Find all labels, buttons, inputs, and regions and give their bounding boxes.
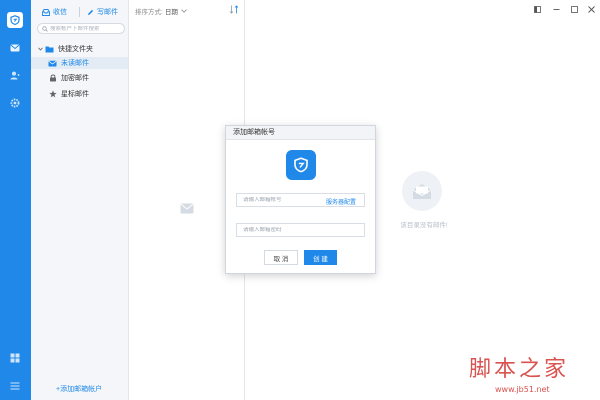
close-icon[interactable]	[586, 4, 596, 14]
settings-gear-icon[interactable]	[9, 97, 21, 109]
account-input[interactable]	[243, 197, 319, 203]
create-button[interactable]: 创 建	[304, 250, 337, 265]
nav-rail	[0, 0, 31, 400]
folder-item-label: 星标邮件	[61, 91, 89, 98]
cancel-button[interactable]: 取 消	[264, 250, 298, 265]
quick-folders-label: 快捷文件夹	[58, 46, 93, 53]
minimize-icon[interactable]	[551, 4, 561, 14]
lock-icon	[48, 74, 57, 83]
quick-folders-header[interactable]: 快捷文件夹	[31, 43, 128, 55]
menu-icon[interactable]	[9, 380, 21, 392]
search-box	[37, 23, 125, 34]
pane-toolbar: 收信 写邮件	[31, 6, 129, 18]
maximize-icon[interactable]	[569, 4, 579, 14]
search-icon	[42, 25, 48, 32]
empty-folder-text: 该目录没有邮件!	[400, 222, 448, 229]
sort-order-icon[interactable]	[229, 5, 239, 16]
toolbar-divider	[79, 7, 80, 17]
contacts-icon[interactable]	[9, 69, 21, 81]
watermark-logo: 脚本之家	[469, 357, 570, 382]
folder-pane: 收信 写邮件 快捷文件夹 未读邮件 加密邮件 星标邮件	[31, 0, 129, 400]
skin-icon[interactable]	[532, 4, 542, 14]
folder-icon	[45, 45, 54, 54]
inbox-icon	[42, 8, 50, 16]
write-mail-label: 写邮件	[97, 9, 118, 16]
star-icon	[48, 90, 57, 99]
folder-item-encrypted[interactable]: 加密邮件	[31, 72, 128, 84]
folder-item-label: 未读邮件	[61, 60, 89, 67]
dialog-title: 添加邮箱帐号	[226, 126, 375, 140]
unread-mail-icon	[48, 59, 57, 68]
empty-folder-illustration	[402, 171, 442, 211]
server-config-link[interactable]: 服务器配置	[326, 197, 356, 206]
sort-value: 日期	[164, 9, 178, 16]
watermark-url: www.jb51.net	[495, 385, 550, 394]
chevron-down-icon	[38, 47, 43, 51]
receive-mail-label: 收信	[53, 9, 67, 16]
apps-grid-icon[interactable]	[9, 352, 21, 364]
app-logo-icon[interactable]	[7, 12, 23, 28]
mail-icon[interactable]	[9, 42, 21, 54]
receive-mail-button[interactable]: 收信	[42, 7, 67, 17]
empty-mail-icon	[180, 203, 194, 216]
folder-item-unread[interactable]: 未读邮件	[31, 57, 128, 69]
chevron-down-icon	[181, 9, 187, 13]
sort-label: 排序方式:	[135, 9, 163, 16]
open-envelope-icon	[412, 183, 432, 199]
folder-item-label: 加密邮件	[61, 75, 89, 82]
pen-icon	[88, 9, 94, 15]
app-logo-icon	[286, 150, 316, 180]
folder-item-starred[interactable]: 星标邮件	[31, 88, 128, 100]
write-mail-button[interactable]: 写邮件	[87, 7, 118, 17]
add-account-link[interactable]: +添加邮箱帐户	[56, 384, 102, 394]
sort-control[interactable]: 排序方式: 日期	[135, 6, 187, 16]
account-field: 服务器配置	[236, 193, 365, 207]
password-input[interactable]	[243, 227, 319, 233]
password-field	[236, 223, 365, 237]
add-account-dialog: 添加邮箱帐号 服务器配置 取 消 创 建	[225, 125, 376, 274]
search-input[interactable]	[50, 25, 124, 32]
